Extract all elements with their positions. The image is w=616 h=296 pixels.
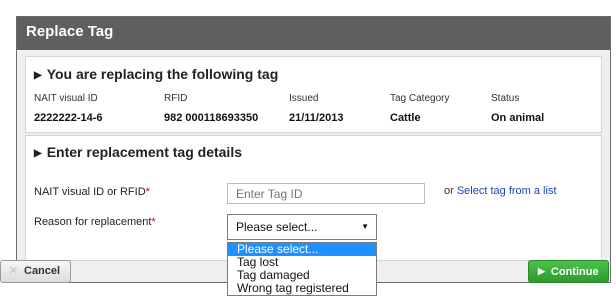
col-issued: Issued (289, 93, 319, 104)
reason-option[interactable]: Wrong tag registered (228, 282, 376, 295)
continue-button[interactable]: ▶ Continue (528, 260, 609, 283)
value-rfid: 982 000118693350 (164, 112, 259, 124)
value-tag-category: Cattle (390, 112, 421, 124)
cancel-button[interactable]: ✕ Cancel (0, 260, 71, 283)
select-from-list: or Select tag from a list (444, 185, 557, 197)
caret-right-icon: ▶ (34, 70, 42, 81)
play-icon: ▶ (538, 266, 545, 276)
col-tag-category: Tag Category (390, 93, 450, 104)
caret-right-icon: ▶ (34, 148, 42, 159)
col-status: Status (491, 93, 520, 104)
col-rfid: RFID (164, 93, 188, 104)
required-marker: * (145, 186, 150, 198)
reason-dropdown-list: Please select... Tag lost Tag damaged Wr… (227, 242, 377, 296)
value-status: On animal (491, 112, 545, 124)
dialog-title: Replace Tag (17, 17, 610, 50)
replacement-heading-text: Enter replacement tag details (46, 144, 242, 160)
current-tag-panel: ▶ You are replacing the following tag NAI… (25, 56, 602, 133)
or-text: or (444, 185, 454, 197)
value-issued: 21/11/2013 (289, 112, 344, 124)
replace-tag-dialog: Replace Tag ▶ You are replacing the follo… (16, 16, 611, 296)
current-tag-heading: ▶ You are replacing the following tag (34, 66, 278, 82)
required-marker: * (151, 216, 156, 228)
current-tag-heading-text: You are replacing the following tag (46, 66, 279, 82)
reason-label: Reason for replacement* (34, 216, 156, 228)
replacement-panel: ▶ Enter replacement tag details NAIT visu… (25, 135, 602, 296)
cancel-label: Cancel (24, 265, 61, 277)
tag-id-label-text: NAIT visual ID or RFID (34, 186, 146, 198)
reason-label-text: Reason for replacement (34, 216, 152, 228)
tag-id-label: NAIT visual ID or RFID* (34, 186, 150, 198)
col-nait-id: NAIT visual ID (34, 93, 98, 104)
close-icon: ✕ (9, 265, 19, 277)
chevron-down-icon: ▼ (361, 222, 369, 231)
reason-selected-value: Please select... (236, 220, 318, 234)
tag-id-input[interactable] (227, 183, 425, 204)
select-tag-from-list-link[interactable]: Select tag from a list (457, 185, 557, 197)
value-nait-id: 2222222-14-6 (34, 112, 103, 124)
replacement-heading: ▶ Enter replacement tag details (34, 144, 242, 160)
continue-label: Continue (550, 266, 599, 278)
reason-select[interactable]: Please select... ▼ (227, 214, 377, 240)
